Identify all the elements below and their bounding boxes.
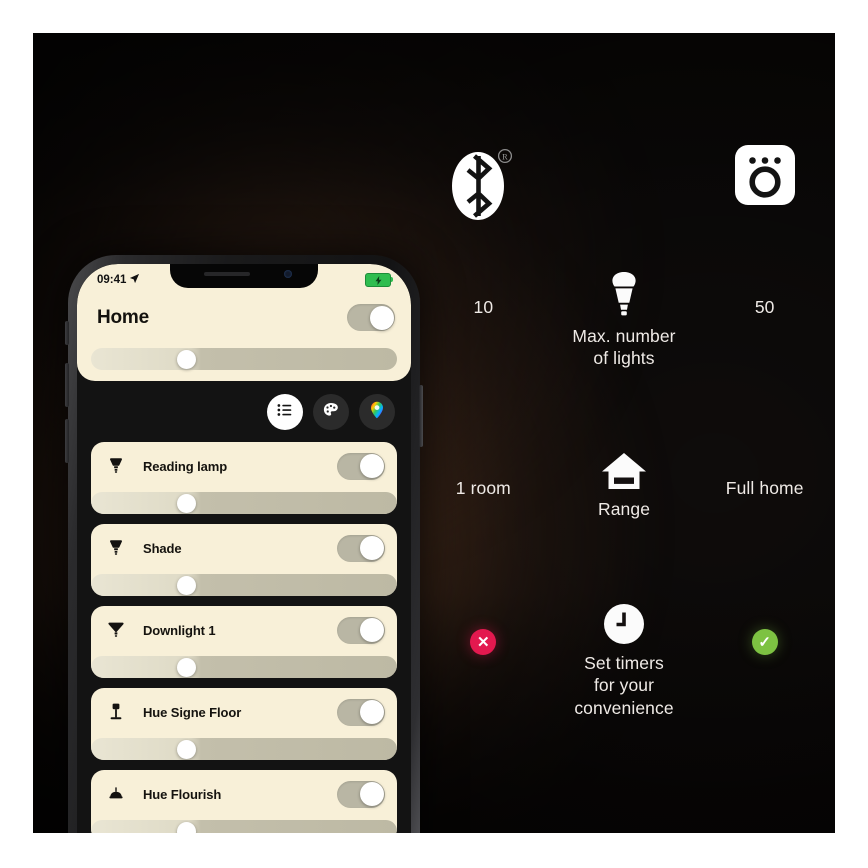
home-brightness-slider[interactable] bbox=[91, 348, 397, 370]
palette-icon bbox=[322, 401, 340, 424]
list-item-label: Hue Flourish bbox=[143, 786, 222, 802]
range-right-value: Full home bbox=[725, 478, 804, 498]
promo-stage: 09:41 Home Reading lamp Shade Downlight … bbox=[33, 33, 835, 833]
list-item-label: Reading lamp bbox=[143, 458, 228, 474]
range-label-line1: Range bbox=[597, 499, 651, 519]
toggle-knob bbox=[359, 618, 384, 642]
max-lights-label-line2: of lights bbox=[593, 348, 655, 369]
timers-label-line3: convenience bbox=[574, 697, 674, 718]
phone-power-button[interactable] bbox=[419, 385, 423, 447]
slider-knob[interactable] bbox=[176, 821, 196, 833]
bridge-column-header bbox=[694, 118, 835, 213]
phone-volume-up-button[interactable] bbox=[65, 363, 69, 407]
light-list: Reading lamp Shade Downlight 1 Hue Signe… bbox=[91, 442, 397, 833]
light-toggle[interactable] bbox=[337, 452, 385, 480]
bulb-spot-icon bbox=[105, 455, 127, 477]
home-master-toggle[interactable] bbox=[347, 304, 395, 331]
light-toggle[interactable] bbox=[337, 780, 385, 808]
max-lights-right-value: 50 bbox=[754, 297, 775, 317]
phone-mockup: 09:41 Home Reading lamp Shade Downlight … bbox=[65, 255, 423, 833]
toggle-knob bbox=[359, 536, 384, 560]
status-time: 09:41 bbox=[97, 274, 127, 286]
max-lights-left-value: 10 bbox=[473, 297, 494, 317]
slider-knob[interactable] bbox=[176, 739, 196, 759]
light-brightness-slider[interactable] bbox=[91, 574, 397, 596]
timers-right-status: ✓ bbox=[694, 603, 835, 655]
timers-label-line2: for your bbox=[593, 675, 655, 696]
light-brightness-slider[interactable] bbox=[91, 820, 397, 833]
status-bar: 09:41 bbox=[77, 270, 411, 290]
list-item[interactable]: Downlight 1 bbox=[91, 606, 397, 678]
color-droplet-icon bbox=[367, 400, 387, 425]
status-badge-supported: ✓ bbox=[751, 629, 778, 655]
list-icon bbox=[276, 401, 294, 424]
slider-knob[interactable] bbox=[176, 657, 196, 677]
page-title: Home bbox=[97, 306, 149, 328]
list-item-label: Downlight 1 bbox=[143, 622, 216, 638]
home-hero-card: 09:41 Home bbox=[77, 264, 411, 381]
list-item[interactable]: Hue Flourish bbox=[91, 770, 397, 833]
phone-mute-switch[interactable] bbox=[65, 321, 69, 345]
toggle-knob bbox=[359, 782, 384, 806]
timers-left-status: ✕ bbox=[413, 603, 554, 655]
floor-lamp-icon bbox=[105, 701, 127, 723]
bluetooth-logo-icon: R bbox=[413, 144, 554, 228]
slider-knob[interactable] bbox=[176, 349, 196, 369]
house-icon bbox=[554, 451, 695, 491]
toggle-knob bbox=[359, 700, 384, 724]
battery-charging-icon bbox=[365, 273, 393, 287]
light-toggle[interactable] bbox=[337, 534, 385, 562]
list-item-label: Shade bbox=[143, 540, 182, 556]
light-brightness-slider[interactable] bbox=[91, 738, 397, 760]
timers-center: Set timers for your convenience bbox=[554, 603, 695, 719]
mode-switcher bbox=[267, 394, 395, 430]
mode-list-view[interactable] bbox=[267, 394, 303, 430]
phone-volume-down-button[interactable] bbox=[65, 419, 69, 463]
range-left-value: 1 room bbox=[455, 478, 511, 498]
svg-text:R: R bbox=[502, 153, 508, 162]
light-bulb-icon bbox=[554, 270, 695, 318]
bulb-spot-icon bbox=[105, 537, 127, 559]
list-item[interactable]: Reading lamp bbox=[91, 442, 397, 514]
toggle-knob bbox=[359, 454, 384, 478]
slider-knob[interactable] bbox=[176, 493, 196, 513]
list-item[interactable]: Hue Signe Floor bbox=[91, 688, 397, 760]
bluetooth-column-header: R bbox=[413, 118, 554, 235]
clock-icon bbox=[554, 603, 695, 645]
list-item[interactable]: Shade bbox=[91, 524, 397, 596]
comparison-logos-row: R bbox=[413, 118, 835, 235]
toggle-knob bbox=[369, 305, 394, 330]
mode-color-picker[interactable] bbox=[359, 394, 395, 430]
phone-screen: 09:41 Home Reading lamp Shade Downlight … bbox=[77, 264, 411, 833]
light-brightness-slider[interactable] bbox=[91, 492, 397, 514]
max-lights-center: Max. number of lights bbox=[554, 270, 695, 370]
comparison-row-max-lights: 10 Max. number of lights 50 bbox=[413, 270, 835, 370]
location-arrow-icon bbox=[129, 273, 140, 287]
hue-bridge-icon bbox=[694, 144, 835, 206]
light-toggle[interactable] bbox=[337, 616, 385, 644]
bulb-downlight-icon bbox=[105, 619, 127, 641]
comparison-row-timers: ✕ Set timers for your convenience ✓ bbox=[413, 603, 835, 719]
timers-label-line1: Set timers bbox=[584, 653, 664, 673]
light-brightness-slider[interactable] bbox=[91, 656, 397, 678]
phone-bezel-inner: 09:41 Home Reading lamp Shade Downlight … bbox=[77, 264, 411, 833]
home-header-row: Home bbox=[97, 304, 395, 331]
slider-knob[interactable] bbox=[176, 575, 196, 595]
list-item-label: Hue Signe Floor bbox=[143, 704, 242, 720]
pendant-lamp-icon bbox=[105, 783, 127, 805]
mode-scenes[interactable] bbox=[313, 394, 349, 430]
max-lights-label-line1: Max. number bbox=[572, 326, 676, 346]
status-badge-unsupported: ✕ bbox=[470, 629, 497, 655]
range-center: Range bbox=[554, 451, 695, 520]
light-toggle[interactable] bbox=[337, 698, 385, 726]
comparison-row-range: 1 room Range Full home bbox=[413, 451, 835, 520]
